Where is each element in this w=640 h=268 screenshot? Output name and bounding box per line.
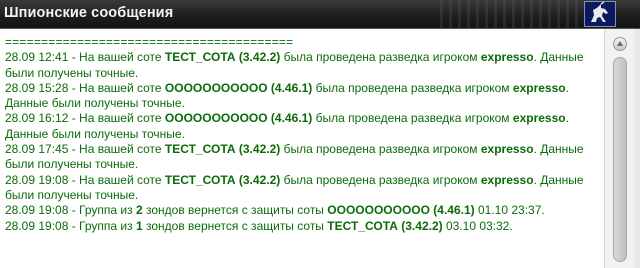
player-name: expresso [480,142,534,157]
spy-message: 28.09 15:28 - На вашей соте ООООООООООО … [5,80,569,111]
player-name: expresso [480,50,534,65]
spy-message: 28.09 12:41 - На вашей соте ТЕСТ_СОТА (3… [5,50,584,80]
scroll-up-arrow-icon[interactable] [613,37,627,51]
window-edge [634,29,640,268]
message-log: ========================================… [0,29,604,268]
cell-name: ТЕСТ_СОТА (3.42.2) [164,172,281,187]
probe-count: 1 [135,218,143,233]
probe-return-message: 28.09 19:08 - Группа из 1 зондов вернетс… [5,218,513,233]
player-name: expresso [512,80,566,95]
player-name: expresso [480,172,534,187]
cell-name: ТЕСТ_СОТА (3.42.2) [164,50,281,65]
spy-message: 28.09 17:45 - На вашей соте ТЕСТ_СОТА (3… [5,142,584,172]
probe-return-message: 28.09 19:08 - Группа из 2 зондов вернетс… [5,203,545,218]
vertical-scrollbar[interactable] [604,29,635,268]
cell-name: ТЕСТ_СОТА (3.42.2) [327,218,443,233]
spy-message: 28.09 16:12 - На вашей соте ООООООООООО … [5,111,569,141]
spy-message: 28.09 19:08 - На вашей соте ТЕСТ_СОТА (3… [5,172,584,202]
cell-name: ООООООООООО (4.46.1) [327,203,475,218]
log-divider: ======================================== [5,35,294,49]
unicorn-icon[interactable] [584,1,616,27]
cell-name: ООООООООООО (4.46.1) [164,111,313,126]
window-title: Шпионские сообщения [4,5,174,21]
cell-name: ТЕСТ_СОТА (3.42.2) [164,142,281,157]
title-bar: Шпионские сообщения [0,0,640,29]
scroll-thumb[interactable] [613,57,627,262]
title-decoration [440,0,580,28]
probe-count: 2 [135,203,143,218]
cell-name: ООООООООООО (4.46.1) [164,80,313,95]
player-name: expresso [512,111,566,126]
